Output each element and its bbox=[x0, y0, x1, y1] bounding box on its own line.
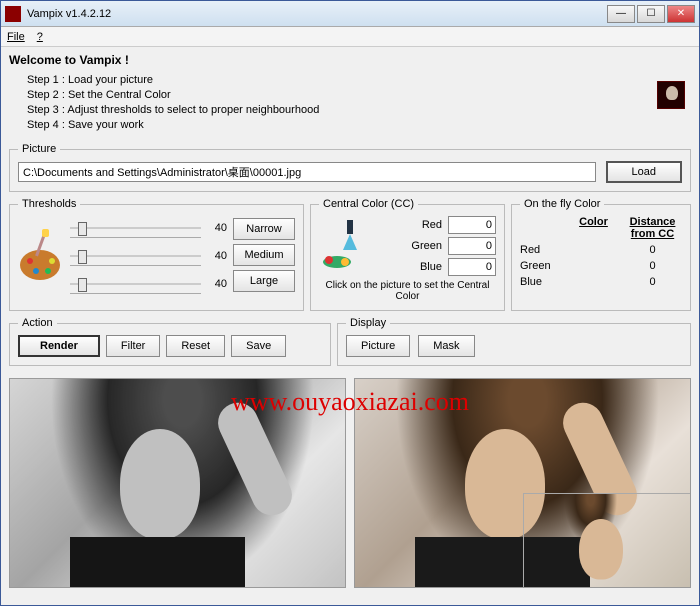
titlebar[interactable]: Vampix v1.4.2.12 — ☐ ✕ bbox=[1, 1, 699, 27]
otf-col-color: Color bbox=[564, 216, 623, 240]
thresholds-legend: Thresholds bbox=[18, 198, 80, 210]
app-icon bbox=[5, 6, 21, 22]
menu-help[interactable]: ? bbox=[37, 31, 43, 43]
display-group: Display Picture Mask bbox=[337, 317, 691, 366]
otf-red-color bbox=[564, 244, 623, 256]
welcome-steps: Step 1 : Load your picture Step 2 : Set … bbox=[27, 73, 691, 133]
picture-path-input[interactable] bbox=[18, 162, 596, 182]
display-legend: Display bbox=[346, 317, 390, 329]
medium-button[interactable]: Medium bbox=[233, 244, 295, 266]
otf-green-label: Green bbox=[520, 260, 564, 272]
cc-red-input[interactable] bbox=[448, 216, 496, 234]
palette-icon bbox=[18, 227, 64, 283]
minimize-button[interactable]: — bbox=[607, 5, 635, 23]
app-window: Vampix v1.4.2.12 — ☐ ✕ File ? Welcome to… bbox=[0, 0, 700, 606]
cc-green-label: Green bbox=[402, 240, 442, 252]
narrow-button[interactable]: Narrow bbox=[233, 218, 295, 240]
source-image-pane[interactable] bbox=[9, 378, 346, 588]
step-2: Step 2 : Set the Central Color bbox=[27, 88, 691, 103]
otf-red-dist: 0 bbox=[623, 244, 682, 256]
action-group: Action Render Filter Reset Save bbox=[9, 317, 331, 366]
large-button[interactable]: Large bbox=[233, 270, 295, 292]
eyedropper-icon bbox=[319, 216, 365, 272]
otf-col-dist: Distance from CC bbox=[623, 216, 682, 240]
threshold-slider-2[interactable] bbox=[70, 246, 201, 266]
otf-blue-label: Blue bbox=[520, 276, 564, 288]
display-picture-button[interactable]: Picture bbox=[346, 335, 410, 357]
cc-blue-label: Blue bbox=[402, 261, 442, 273]
cc-red-label: Red bbox=[402, 219, 442, 231]
save-button[interactable]: Save bbox=[231, 335, 286, 357]
result-image-pane[interactable] bbox=[354, 378, 691, 588]
threshold-value-2: 40 bbox=[207, 250, 227, 262]
otf-green-color bbox=[564, 260, 623, 272]
picture-group: Picture Load bbox=[9, 143, 691, 192]
cc-hint: Click on the picture to set the Central … bbox=[319, 280, 496, 302]
threshold-slider-3[interactable] bbox=[70, 274, 201, 294]
otf-blue-dist: 0 bbox=[623, 276, 682, 288]
otf-legend: On the fly Color bbox=[520, 198, 604, 210]
thresholds-group: Thresholds 40 40 40 Narrow Medium Large bbox=[9, 198, 304, 311]
central-color-group: Central Color (CC) Red Green Blue Click … bbox=[310, 198, 505, 311]
step-3: Step 3 : Adjust thresholds to select to … bbox=[27, 103, 691, 118]
on-the-fly-group: On the fly Color Color Distance from CC … bbox=[511, 198, 691, 311]
welcome-heading: Welcome to Vampix ! bbox=[9, 53, 691, 67]
close-button[interactable]: ✕ bbox=[667, 5, 695, 23]
reset-button[interactable]: Reset bbox=[166, 335, 225, 357]
cc-legend: Central Color (CC) bbox=[319, 198, 418, 210]
window-title: Vampix v1.4.2.12 bbox=[27, 8, 607, 20]
cc-green-input[interactable] bbox=[448, 237, 496, 255]
maximize-button[interactable]: ☐ bbox=[637, 5, 665, 23]
render-button[interactable]: Render bbox=[18, 335, 100, 357]
otf-green-dist: 0 bbox=[623, 260, 682, 272]
action-legend: Action bbox=[18, 317, 57, 329]
filter-button[interactable]: Filter bbox=[106, 335, 160, 357]
otf-red-label: Red bbox=[520, 244, 564, 256]
menu-file[interactable]: File bbox=[7, 31, 25, 43]
threshold-slider-1[interactable] bbox=[70, 218, 201, 238]
picture-legend: Picture bbox=[18, 143, 60, 155]
threshold-value-3: 40 bbox=[207, 278, 227, 290]
cc-blue-input[interactable] bbox=[448, 258, 496, 276]
step-1: Step 1 : Load your picture bbox=[27, 73, 691, 88]
otf-blue-color bbox=[564, 276, 623, 288]
threshold-value-1: 40 bbox=[207, 222, 227, 234]
menubar: File ? bbox=[1, 27, 699, 47]
display-mask-button[interactable]: Mask bbox=[418, 335, 474, 357]
avatar bbox=[657, 81, 685, 109]
load-button[interactable]: Load bbox=[606, 161, 682, 183]
step-4: Step 4 : Save your work bbox=[27, 118, 691, 133]
